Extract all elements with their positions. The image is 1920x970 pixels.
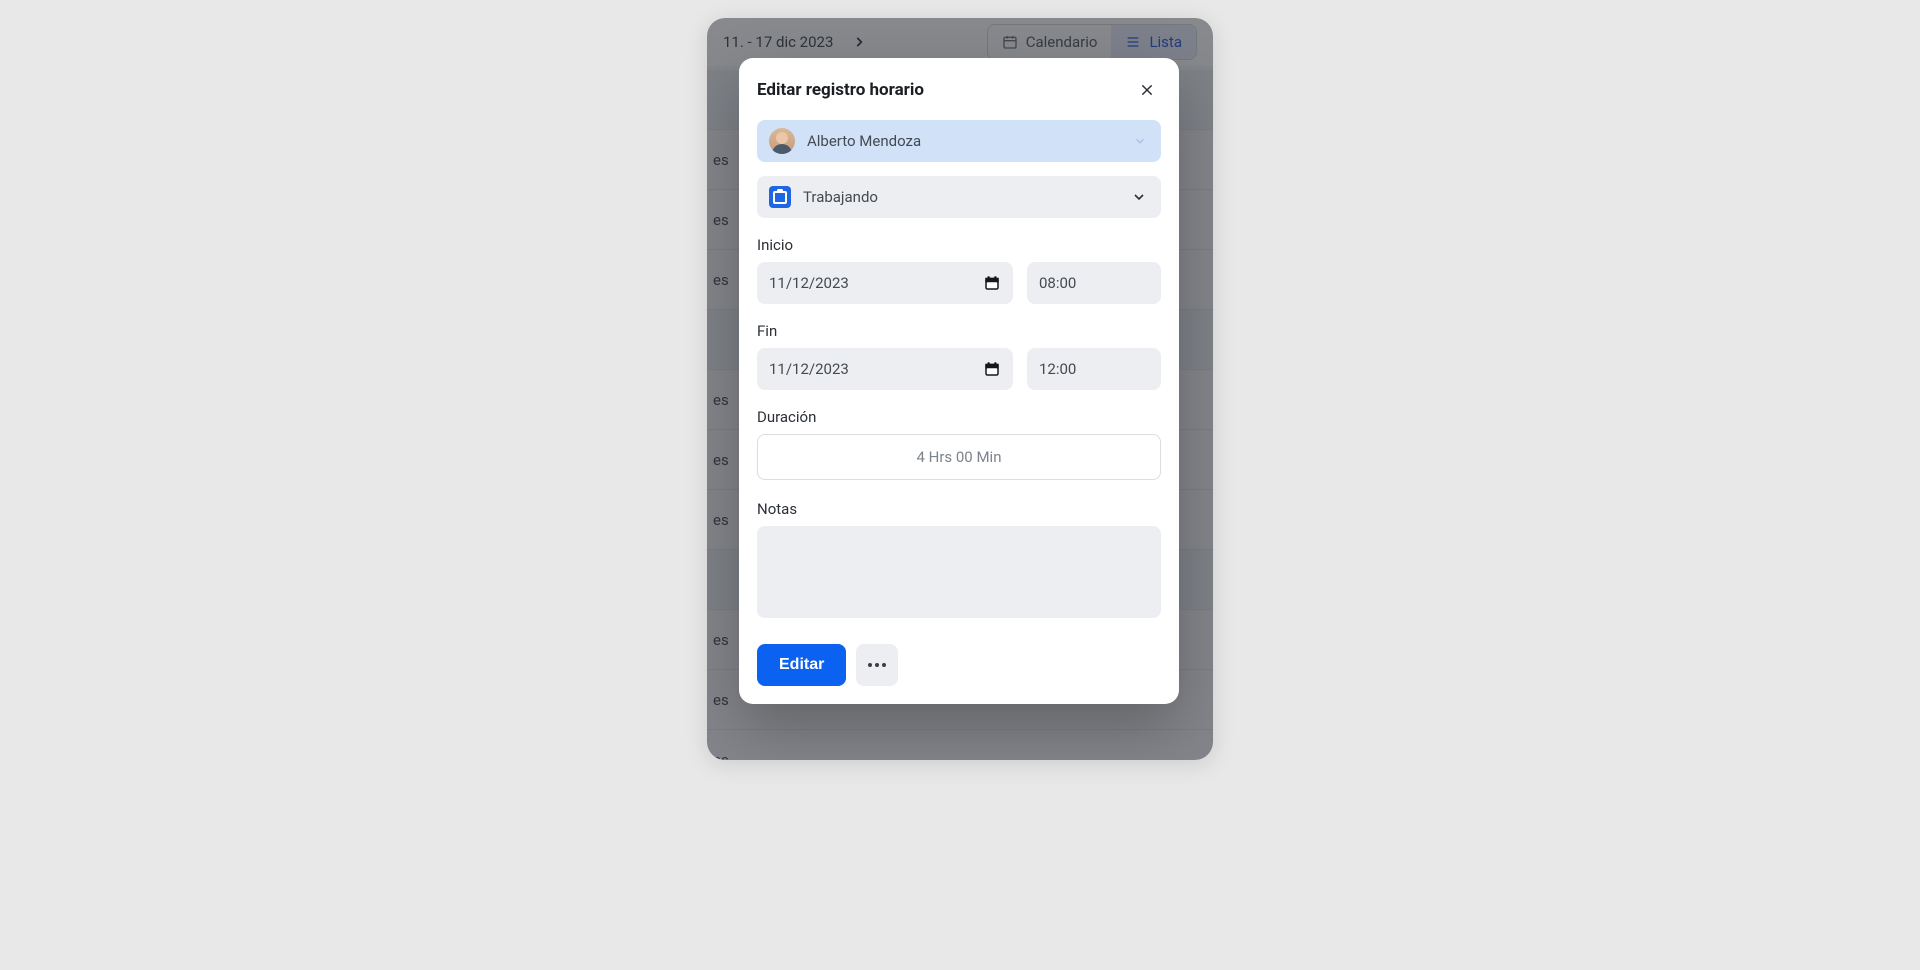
start-date-field[interactable]: 11/12/2023: [757, 262, 1013, 304]
end-time-value: 12:00: [1039, 360, 1076, 378]
duration-value: 4 Hrs 00 Min: [916, 448, 1001, 466]
notes-label: Notas: [757, 500, 1161, 518]
chevron-down-icon: [1131, 189, 1147, 205]
start-time-value: 08:00: [1039, 274, 1076, 292]
duration-field: 4 Hrs 00 Min: [757, 434, 1161, 480]
close-icon: [1139, 82, 1155, 98]
close-button[interactable]: [1133, 76, 1161, 104]
modal-footer: Editar: [757, 644, 1161, 686]
end-date-value: 11/12/2023: [769, 360, 849, 378]
calendar-icon: [983, 274, 1001, 292]
clipboard-icon: [769, 186, 791, 208]
app-frame: 11. - 17 dic 2023 Calendario Lista es es…: [707, 18, 1213, 760]
end-label: Fin: [757, 322, 1161, 340]
user-name: Alberto Mendoza: [807, 132, 921, 150]
end-row: 11/12/2023 12:00: [757, 348, 1161, 390]
notes-textarea[interactable]: [757, 526, 1161, 618]
avatar: [769, 128, 795, 154]
start-label: Inicio: [757, 236, 1161, 254]
ellipsis-icon: [868, 663, 886, 667]
edit-time-record-modal: Editar registro horario Alberto Mendoza …: [739, 58, 1179, 704]
modal-title: Editar registro horario: [757, 80, 924, 100]
calendar-icon: [983, 360, 1001, 378]
modal-header: Editar registro horario: [757, 76, 1161, 120]
start-time-field[interactable]: 08:00: [1027, 262, 1161, 304]
start-date-value: 11/12/2023: [769, 274, 849, 292]
edit-button[interactable]: Editar: [757, 644, 846, 686]
status-select[interactable]: Trabajando: [757, 176, 1161, 218]
status-label: Trabajando: [803, 188, 878, 206]
chevron-down-icon: [1133, 134, 1147, 148]
end-time-field[interactable]: 12:00: [1027, 348, 1161, 390]
end-date-field[interactable]: 11/12/2023: [757, 348, 1013, 390]
user-select[interactable]: Alberto Mendoza: [757, 120, 1161, 162]
more-options-button[interactable]: [856, 644, 898, 686]
start-row: 11/12/2023 08:00: [757, 262, 1161, 304]
duration-label: Duración: [757, 408, 1161, 426]
